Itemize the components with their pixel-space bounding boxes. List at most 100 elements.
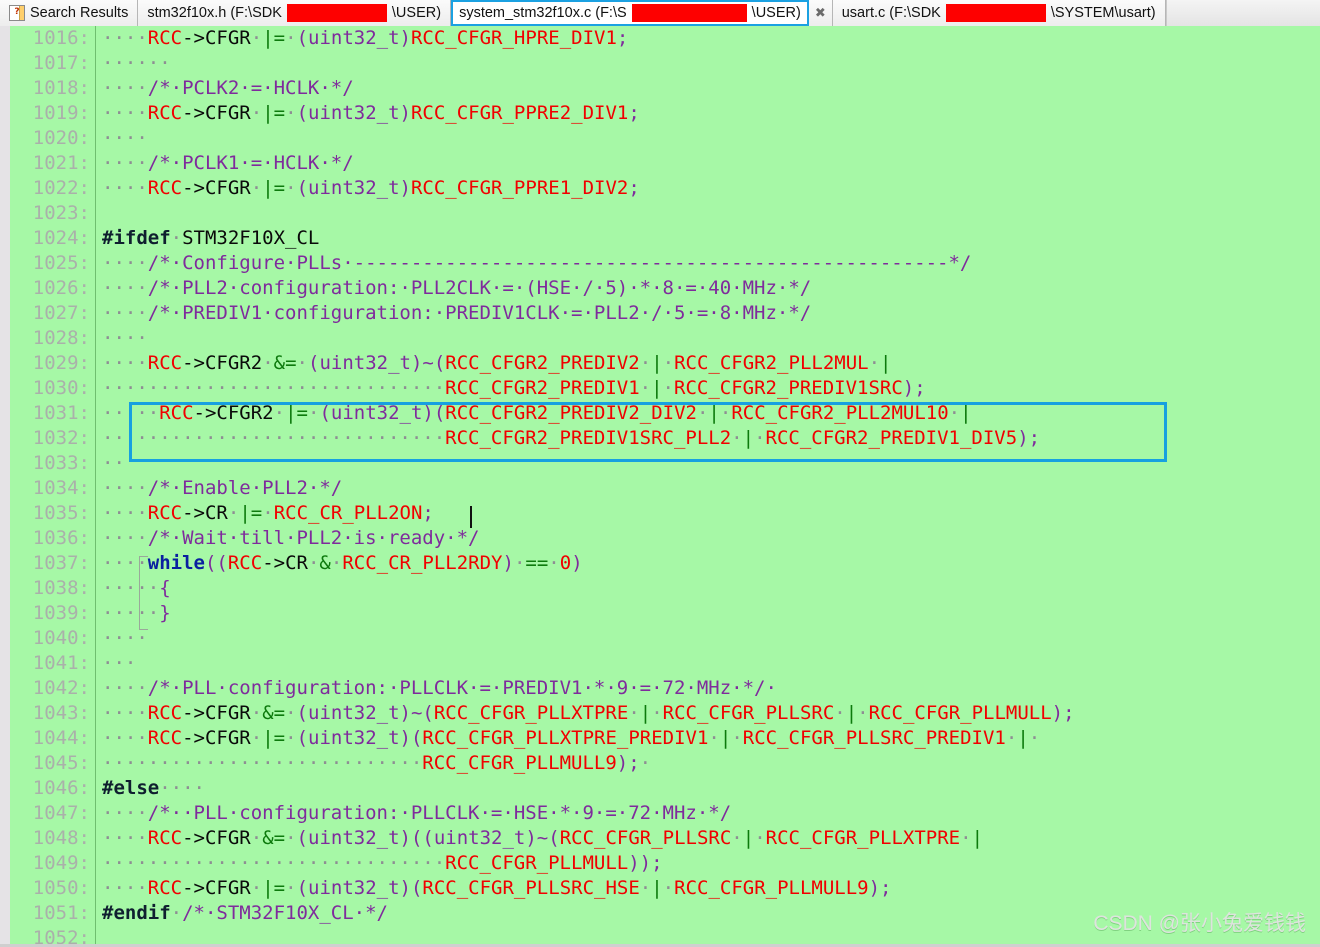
code-line[interactable]: 1036: ····/*·Wait·till·PLL2·is·ready·*/ [0,526,1320,551]
close-tab-button[interactable]: ✖ [808,0,833,26]
code-token-macro: RCC [147,702,183,724]
code-token-punc: ; [628,102,640,124]
line-number: 1038: [32,577,90,599]
code-line[interactable]: 1017: ······ [0,51,1320,76]
code-line[interactable]: 1020: ···· [0,126,1320,151]
code-lines-container: 1016: ····RCC->CFGR·|=·(uint32_t)RCC_CFGR… [0,26,1320,947]
code-token-ws: · [628,702,640,724]
code-token-cmt: uint32_t [319,352,411,374]
code-line-text: ····RCC->CFGR·&=·(uint32_t)((uint32_t)~(… [102,826,983,851]
code-token-macro: RCC_CFGR_PLLMULL [445,852,629,874]
code-token-ws: · [250,877,263,899]
code-token-op: == [525,552,549,574]
code-line[interactable]: 1037: ····while((RCC->CR·&·RCC_CR_PLL2RDY… [0,551,1320,576]
line-number: 1051: [32,902,90,924]
code-token-punc: )(( [399,827,434,849]
code-line[interactable]: 1045: ····························RCC_CFG… [0,751,1320,776]
editor-tab-0[interactable]: ? Search Results [0,0,139,26]
code-token-macro: RCC [147,177,183,199]
code-line[interactable]: 1019: ····RCC->CFGR·|=·(uint32_t)RCC_CFGR… [0,101,1320,126]
code-token-pipe: | [708,402,720,424]
code-line[interactable]: 1044: ····RCC->CFGR·|=·(uint32_t)(RCC_CFG… [0,726,1320,751]
code-token-ws: · [296,352,308,374]
code-editor[interactable]: 1016: ····RCC->CFGR·|=·(uint32_t)RCC_CFGR… [0,26,1320,947]
code-line[interactable]: 1027: ····/*·PREDIV1·configuration:·PREDI… [0,301,1320,326]
code-token-ws: · [285,727,297,749]
code-line[interactable]: 1042: ····/*·PLL·configuration:·PLLCLK·=·… [0,676,1320,701]
code-token-macro: RCC_CFGR_PLLSRC_PREDIV1 [742,727,1006,749]
code-token-punc: { [159,577,171,599]
code-line[interactable]: 1043: ····RCC->CFGR·&=·(uint32_t)~(RCC_CF… [0,701,1320,726]
code-token-macro: RCC_CFGR_PPRE1_DIV2 [410,177,629,199]
code-line[interactable]: 1048: ····RCC->CFGR·&=·(uint32_t)((uint32… [0,826,1320,851]
code-line-text: ····/*·Configure·PLLs·------------------… [102,251,971,276]
code-token-punc: ) [399,177,411,199]
code-token-pipe: | [1017,727,1029,749]
code-token-pipe: | [651,377,663,399]
code-line[interactable]: 1046: #else···· [0,776,1320,801]
code-token-op: = [296,402,308,424]
close-tab-icon[interactable]: ✖ [811,6,830,21]
code-line-text: ····RCC->CR·|=·RCC_CR_PLL2ON; [102,501,434,526]
code-line-text: ···· [102,326,148,351]
editor-tab-1[interactable]: stm32f10x.h (F:\SDK \USER) [138,0,452,26]
code-line-text: ····/*·Enable·PLL2·*/ [102,476,342,501]
code-line[interactable]: 1016: ····RCC->CFGR·|=·(uint32_t)RCC_CFGR… [0,26,1320,51]
code-line[interactable]: 1024: #ifdef·STM32F10X_CL [0,226,1320,251]
code-line[interactable]: 1025: ····/*·Configure·PLLs·-------------… [0,251,1320,276]
code-token-ws: · [170,902,183,924]
code-line[interactable]: 1021: ····/*·PCLK1·=·HCLK·*/ [0,151,1320,176]
code-token-pipe: | [262,27,274,49]
code-token-ws: ····· [102,577,160,599]
code-line[interactable]: 1034: ····/*·Enable·PLL2·*/ [0,476,1320,501]
code-line[interactable]: 1030: ······························RCC_C… [0,376,1320,401]
code-line[interactable]: 1026: ····/*·PLL2·configuration:·PLL2CLK·… [0,276,1320,301]
code-line[interactable]: 1047: ····/*··PLL·configuration:·PLLCLK·=… [0,801,1320,826]
editor-tab-3[interactable]: usart.c (F:\SDK \SYSTEM\usart) [832,0,1166,26]
line-number: 1019: [32,102,90,124]
code-line[interactable]: 1041: ··· [0,651,1320,676]
code-token-macro: RCC_CFGR2_PLL2MUL [674,352,869,374]
code-token-ws: ···· [102,152,148,174]
code-token-op: = [273,177,286,199]
code-token-macro: RCC_CR_PLL2RDY [342,552,503,574]
text-caret [470,506,472,528]
code-token-ws: ···· [102,702,148,724]
code-token-macro: RCC [147,727,183,749]
code-token-punc: ); [1051,702,1075,724]
code-line[interactable]: 1035: ····RCC->CR·|=·RCC_CR_PLL2ON; [0,501,1320,526]
line-number: 1048: [32,827,90,849]
code-token-macro: RCC_CFGR_PLLXTPRE_PREDIV1 [422,727,709,749]
code-token-ws: · [651,702,663,724]
code-token-ws: · [250,177,263,199]
code-token-ident: CFGR [204,102,251,124]
code-line[interactable]: 1050: ····RCC->CFGR·|=·(uint32_t)(RCC_CFG… [0,876,1320,901]
code-token-ws: ···· [102,727,148,749]
code-line[interactable]: 1031: ·····RCC->CFGR2·|=·(uint32_t)(RCC_C… [0,401,1320,426]
code-token-punc: ); [1017,427,1041,449]
code-token-punc: ; [422,502,434,524]
code-token-pipe: | [845,702,858,724]
code-line-text: ····while((RCC->CR·&·RCC_CR_PLL2RDY)·==·… [102,551,583,576]
code-token-ws: · [227,502,240,524]
code-line[interactable]: 1018: ····/*·PCLK2·=·HCLK·*/ [0,76,1320,101]
code-line-text: ······························RCC_CFGR2_… [102,426,1040,451]
code-line[interactable]: 1023: [0,201,1320,226]
code-line[interactable]: 1049: ······························RCC_C… [0,851,1320,876]
code-line[interactable]: 1029: ····RCC->CFGR2·&=·(uint32_t)~(RCC_C… [0,351,1320,376]
code-line[interactable]: 1022: ····RCC->CFGR·|=·(uint32_t)RCC_CFGR… [0,176,1320,201]
code-line[interactable]: 1039: ·····} [0,601,1320,626]
code-token-punc: } [159,602,171,624]
code-line[interactable]: 1028: ···· [0,326,1320,351]
code-line[interactable]: 1040: ···· [0,626,1320,651]
tab-bar-empty-space [1165,0,1320,26]
code-token-arrow: -> [182,727,205,749]
editor-tab-2[interactable]: system_stm32f10x.c (F:\S \USER) [451,0,809,26]
editor-tab-label: system_stm32f10x.c (F:\S [459,5,627,21]
code-line[interactable]: 1032: ······························RCC_C… [0,426,1320,451]
code-token-ws: · [639,377,652,399]
code-line[interactable]: 1038: ·····{ [0,576,1320,601]
code-line[interactable]: 1033: ·· [0,451,1320,476]
code-token-arrow: -> [182,702,205,724]
code-token-cmt: /*·Wait·till·PLL2·is·ready·*/ [147,527,480,549]
